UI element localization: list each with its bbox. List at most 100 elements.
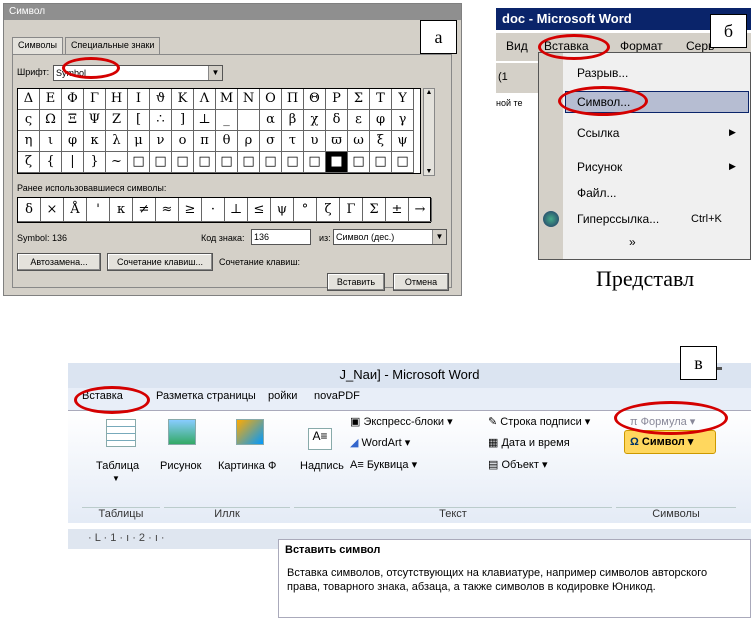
symbol-cell[interactable]: ν <box>150 131 172 152</box>
symbol-cell[interactable]: ω <box>348 131 370 152</box>
symbol-cell[interactable]: □ <box>150 152 172 173</box>
recent-symbol-cell[interactable]: ψ <box>271 198 294 222</box>
symbol-cell[interactable]: Ψ <box>84 110 106 131</box>
symbol-cell[interactable]: ∴ <box>150 110 172 131</box>
symbol-cell[interactable]: μ <box>128 131 150 152</box>
dropcap-button[interactable]: A≡ Буквица ▾ <box>350 458 417 471</box>
symbol-cell[interactable]: Δ <box>18 89 40 110</box>
textbox-icon[interactable]: A≡ <box>308 428 332 450</box>
recent-symbol-cell[interactable]: ± <box>386 198 409 222</box>
tab-special-chars[interactable]: Специальные знаки <box>64 37 161 55</box>
symbol-cell[interactable]: } <box>84 152 106 173</box>
symbol-cell[interactable]: Τ <box>370 89 392 110</box>
menu-view[interactable]: Вид <box>506 39 528 53</box>
chevron-down-icon[interactable]: ▼ <box>432 230 446 244</box>
recent-symbol-cell[interactable]: × <box>41 198 64 222</box>
tab-symbols[interactable]: Символы <box>12 37 63 55</box>
symbol-cell[interactable] <box>238 110 260 131</box>
symbol-cell[interactable]: ⊥ <box>194 110 216 131</box>
recent-symbol-cell[interactable]: ≠ <box>133 198 156 222</box>
symbol-cell[interactable]: Υ <box>392 89 414 110</box>
textbox-button[interactable]: Надпись <box>300 460 344 472</box>
symbol-cell[interactable]: ρ <box>238 131 260 152</box>
symbol-cell[interactable]: ] <box>172 110 194 131</box>
symbol-cell[interactable]: Σ <box>348 89 370 110</box>
symbol-cell[interactable]: Η <box>106 89 128 110</box>
symbol-cell[interactable]: □ <box>304 152 326 173</box>
cancel-button[interactable]: Отмена <box>393 273 449 291</box>
symbol-cell[interactable]: φ <box>370 110 392 131</box>
symbol-cell[interactable]: □ <box>172 152 194 173</box>
symbol-cell[interactable]: Λ <box>194 89 216 110</box>
symbol-cell[interactable]: Ε <box>40 89 62 110</box>
autocorrect-button[interactable]: Автозамена... <box>17 253 101 271</box>
grid-scrollbar[interactable]: ▲ ▼ <box>423 88 435 176</box>
symbol-cell[interactable]: θ <box>216 131 238 152</box>
wordart-button[interactable]: ◢ WordArt ▾ <box>350 436 410 449</box>
symbol-cell[interactable]: Ι <box>128 89 150 110</box>
symbol-cell[interactable]: ψ <box>392 131 414 152</box>
symbol-cell[interactable]: α <box>260 110 282 131</box>
symbol-cell[interactable]: β <box>282 110 304 131</box>
datetime-button[interactable]: ▦ Дата и время <box>488 436 570 449</box>
signature-button[interactable]: ✎ Строка подписи ▾ <box>488 415 590 428</box>
scroll-up-icon[interactable]: ▲ <box>424 89 434 96</box>
symbol-cell[interactable]: Π <box>282 89 304 110</box>
menu-item-break[interactable]: Разрыв... <box>577 63 628 83</box>
symbol-cell[interactable]: η <box>18 131 40 152</box>
symbol-cell[interactable]: □ <box>370 152 392 173</box>
shortcut-button[interactable]: Сочетание клавиш... <box>107 253 213 271</box>
symbol-cell[interactable]: ϖ <box>326 131 348 152</box>
symbol-cell[interactable]: Γ <box>84 89 106 110</box>
symbol-cell[interactable]: { <box>40 152 62 173</box>
symbol-cell[interactable]: σ <box>260 131 282 152</box>
symbol-cell[interactable]: Φ <box>62 89 84 110</box>
symbol-cell[interactable]: ς <box>18 110 40 131</box>
chevron-down-icon[interactable]: ▼ <box>208 66 222 80</box>
recent-symbol-cell[interactable]: Å <box>64 198 87 222</box>
symbol-cell[interactable]: ~ <box>106 152 128 173</box>
tab-references[interactable]: ройки <box>268 390 297 402</box>
symbol-cell[interactable]: Ρ <box>326 89 348 110</box>
recent-symbol-cell[interactable]: ζ <box>317 198 340 222</box>
recent-symbol-cell[interactable]: ' <box>87 198 110 222</box>
menu-format[interactable]: Формат <box>620 39 663 53</box>
symbol-cell[interactable]: π <box>194 131 216 152</box>
symbol-cell[interactable]: □ <box>260 152 282 173</box>
symbol-cell[interactable]: ζ <box>18 152 40 173</box>
code-input[interactable]: 136 <box>251 229 311 245</box>
symbol-cell[interactable]: υ <box>304 131 326 152</box>
symbol-cell[interactable]: □ <box>392 152 414 173</box>
recent-symbol-cell[interactable]: ≥ <box>179 198 202 222</box>
menu-item-reference[interactable]: Ссылка <box>577 123 619 143</box>
recent-symbol-cell[interactable]: Γ <box>340 198 363 222</box>
symbol-cell[interactable]: Κ <box>172 89 194 110</box>
recent-symbol-cell[interactable]: ≤ <box>248 198 271 222</box>
chevron-down-icon[interactable]: ▼ <box>112 474 120 483</box>
recent-symbol-cell[interactable]: ≈ <box>156 198 179 222</box>
expand-menu-icon[interactable]: » <box>629 235 636 249</box>
symbol-cell[interactable]: ξ <box>370 131 392 152</box>
scroll-down-icon[interactable]: ▼ <box>424 168 434 175</box>
picture-icon[interactable] <box>168 419 196 445</box>
symbol-cell[interactable]: Μ <box>216 89 238 110</box>
recent-symbol-cell[interactable]: ° <box>294 198 317 222</box>
from-select[interactable]: Символ (дес.) ▼ <box>333 229 447 245</box>
symbol-cell[interactable]: | <box>62 152 84 173</box>
symbol-cell[interactable]: φ <box>62 131 84 152</box>
symbol-cell[interactable]: ι <box>40 131 62 152</box>
symbol-cell[interactable]: ο <box>172 131 194 152</box>
symbol-cell[interactable]: ε <box>348 110 370 131</box>
symbol-cell[interactable]: □ <box>194 152 216 173</box>
symbol-button-content[interactable]: Ω Символ ▾ <box>630 435 693 448</box>
picture-button[interactable]: Рисунок <box>160 460 202 472</box>
menu-item-picture[interactable]: Рисунок <box>577 157 622 177</box>
symbol-cell[interactable]: χ <box>304 110 326 131</box>
symbol-cell[interactable]: ■ <box>326 152 348 173</box>
menu-item-hyperlink[interactable]: Гиперссылка... <box>577 209 659 229</box>
insert-button[interactable]: Вставить <box>327 273 385 291</box>
symbol-cell[interactable]: Θ <box>304 89 326 110</box>
symbol-cell[interactable]: □ <box>238 152 260 173</box>
tab-novapdf[interactable]: novaPDF <box>314 390 360 402</box>
clipart-button[interactable]: Картинка <box>218 460 265 472</box>
